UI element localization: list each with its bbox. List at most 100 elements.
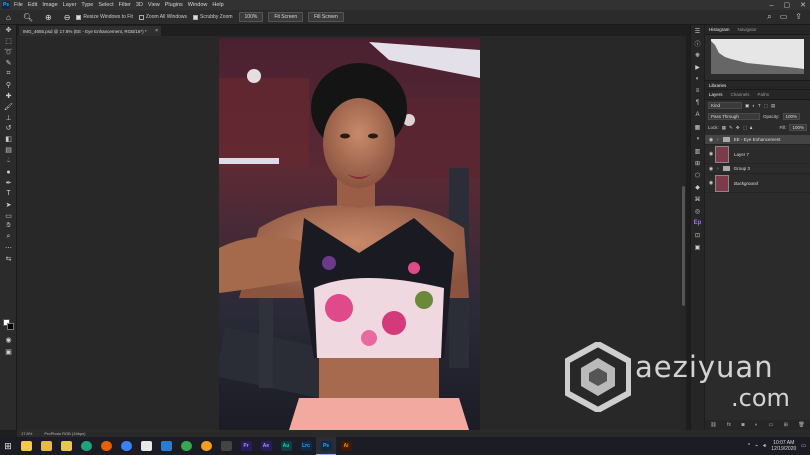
eraser-tool-icon[interactable]: ◧ xyxy=(0,134,17,145)
visibility-eye-icon[interactable]: ◉ xyxy=(707,151,715,157)
crop-tool-icon[interactable]: ⌗ xyxy=(0,69,17,80)
filter-shape-icon[interactable]: ⬚ xyxy=(764,103,768,109)
menu-plugins[interactable]: Plugins xyxy=(165,2,183,8)
windows-start-icon[interactable]: ⊞ xyxy=(0,441,16,452)
taskbar-app[interactable] xyxy=(176,437,196,455)
tab-navigator[interactable]: Navigator xyxy=(734,27,761,32)
fx-icon[interactable]: fx xyxy=(727,422,731,428)
timeline-icon[interactable]: ⊡ xyxy=(691,229,704,241)
clone-stamp-tool-icon[interactable]: ⊥ xyxy=(0,112,17,123)
document-tab[interactable]: IMG_4655.psd @ 17.8% (EE - Eye Enhanceme… xyxy=(19,26,161,36)
minimize-icon[interactable]: – xyxy=(770,2,774,9)
layer-row[interactable]: ◉ › Group 3 xyxy=(705,164,810,174)
blur-tool-icon[interactable]: 💧︎ xyxy=(0,156,17,167)
menu-layer[interactable]: Layer xyxy=(63,2,77,8)
chevron-up-icon[interactable]: ^ xyxy=(748,443,750,449)
color-panel-icon[interactable]: ◑ xyxy=(691,133,704,145)
visibility-eye-icon[interactable]: ◉ xyxy=(707,166,715,172)
zoom-in-icon[interactable]: ⊕ xyxy=(45,13,52,22)
taskbar-app[interactable]: Ps xyxy=(316,437,336,455)
history-panel-icon[interactable]: ☰ xyxy=(691,25,704,37)
volume-icon[interactable]: 🔊︎ xyxy=(763,443,766,449)
taskbar-app[interactable] xyxy=(196,437,216,455)
taskbar-app[interactable]: Pr xyxy=(236,437,256,455)
tab-histogram[interactable]: Histogram xyxy=(705,27,734,32)
menu-help[interactable]: Help xyxy=(212,2,223,8)
new-group-icon[interactable]: ▭ xyxy=(768,422,773,428)
shapes-icon[interactable]: ◆ xyxy=(691,181,704,193)
menu-image[interactable]: Image xyxy=(42,2,57,8)
screen-mode-icon[interactable]: ▣ xyxy=(0,347,17,358)
notifications-icon[interactable]: ▭ xyxy=(801,443,806,449)
taskbar-app[interactable] xyxy=(216,437,236,455)
close-icon[interactable]: ✕ xyxy=(800,1,806,9)
taskbar-app[interactable]: Ai xyxy=(336,437,356,455)
kind-filter-select[interactable]: Kind xyxy=(708,102,742,109)
filter-smart-icon[interactable]: ▤ xyxy=(771,103,775,109)
menu-window[interactable]: Window xyxy=(188,2,208,8)
adjustment-layer-icon[interactable]: ◐ xyxy=(755,422,758,428)
tab-paths[interactable]: Paths xyxy=(754,92,774,97)
properties-icon[interactable]: ≡ xyxy=(691,85,704,97)
lock-paint-icon[interactable]: ✎ xyxy=(729,125,733,131)
brush-settings-icon[interactable]: ❋ xyxy=(691,49,704,61)
resize-windows-checkbox[interactable]: Resize Windows to Fit xyxy=(76,14,133,20)
visibility-eye-icon[interactable]: ◉ xyxy=(707,137,715,143)
pen-tool-icon[interactable]: ✒ xyxy=(0,177,17,188)
delete-layer-icon[interactable]: 🗑︎ xyxy=(798,422,804,428)
share-icon[interactable]: ⇪ xyxy=(795,12,802,22)
swatches-icon[interactable]: ▦ xyxy=(691,121,704,133)
search-icon[interactable]: ⌕ xyxy=(767,12,771,22)
zoom-tool-icon[interactable]: 🔍︎ xyxy=(23,13,33,22)
fit-screen-button[interactable]: Fit Screen xyxy=(268,12,304,22)
path-selection-tool-icon[interactable]: ➤ xyxy=(0,199,17,210)
libraries-icon[interactable]: ▣ xyxy=(691,241,704,253)
workspace-icon[interactable]: ▭ xyxy=(780,12,788,22)
history-brush-tool-icon[interactable]: ↺ xyxy=(0,123,17,134)
menu-filter[interactable]: Filter xyxy=(119,2,131,8)
layer-row[interactable]: ◉ Layer 7 xyxy=(705,145,810,164)
filter-type-icon[interactable]: T xyxy=(758,103,761,108)
taskbar-app[interactable]: Ae xyxy=(256,437,276,455)
taskbar-app[interactable] xyxy=(16,437,36,455)
more-tools-icon[interactable]: ⋯ xyxy=(0,243,17,254)
blend-mode-select[interactable]: Pass Through xyxy=(708,113,760,120)
eyedropper-tool-icon[interactable]: ⚲ xyxy=(0,79,17,90)
dodge-tool-icon[interactable]: ● xyxy=(0,167,17,178)
gradients-icon[interactable]: ▥ xyxy=(691,145,704,157)
lasso-tool-icon[interactable]: ➰ xyxy=(0,47,17,58)
zoom-100-button[interactable]: 100% xyxy=(238,12,264,22)
opacity-input[interactable]: 100% xyxy=(782,113,801,120)
glyphs-icon[interactable]: ⌘ xyxy=(691,193,704,205)
lock-pixels-icon[interactable]: ▦ xyxy=(722,125,726,131)
menu-select[interactable]: Select xyxy=(98,2,113,8)
taskbar-app[interactable] xyxy=(116,437,136,455)
menu-type[interactable]: Type xyxy=(81,2,93,8)
color-profile[interactable]: ProPhoto RGB (16bpc) xyxy=(44,431,85,436)
tab-layers[interactable]: Layers xyxy=(705,92,727,97)
layer-row[interactable]: ◉ Background xyxy=(705,174,810,193)
home-icon[interactable]: ⌂ xyxy=(6,13,11,22)
maximize-icon[interactable]: ▢ xyxy=(784,1,791,9)
patterns-icon[interactable]: ⊞ xyxy=(691,157,704,169)
info-panel-icon[interactable]: ⓘ xyxy=(691,37,704,49)
character-icon[interactable]: A xyxy=(691,109,704,121)
add-mask-icon[interactable]: ◙ xyxy=(741,422,744,428)
filter-adjust-icon[interactable]: ◐ xyxy=(752,103,755,108)
scrubby-zoom-checkbox[interactable]: Scrubby Zoom xyxy=(193,14,233,20)
menu-edit[interactable]: Edit xyxy=(28,2,37,8)
chevron-right-icon[interactable]: › xyxy=(717,137,719,143)
zoom-tool-icon[interactable]: ⌕ xyxy=(0,232,17,243)
document-image[interactable] xyxy=(219,38,480,430)
styles-icon[interactable]: ⬡ xyxy=(691,169,704,181)
plugin-ep-icon[interactable]: Ep xyxy=(691,217,704,229)
taskbar-app[interactable] xyxy=(96,437,116,455)
quick-selection-tool-icon[interactable]: ✎ xyxy=(0,58,17,69)
paragraph-icon[interactable]: ¶ xyxy=(691,97,704,109)
visibility-eye-icon[interactable]: ◉ xyxy=(707,180,715,186)
gradient-tool-icon[interactable]: ▤ xyxy=(0,145,17,156)
adjustments-icon[interactable]: ◐ xyxy=(691,73,704,85)
network-icon[interactable]: ⌁ xyxy=(755,443,758,449)
rectangle-tool-icon[interactable]: ▭ xyxy=(0,210,17,221)
taskbar-app[interactable]: Lrc xyxy=(296,437,316,455)
